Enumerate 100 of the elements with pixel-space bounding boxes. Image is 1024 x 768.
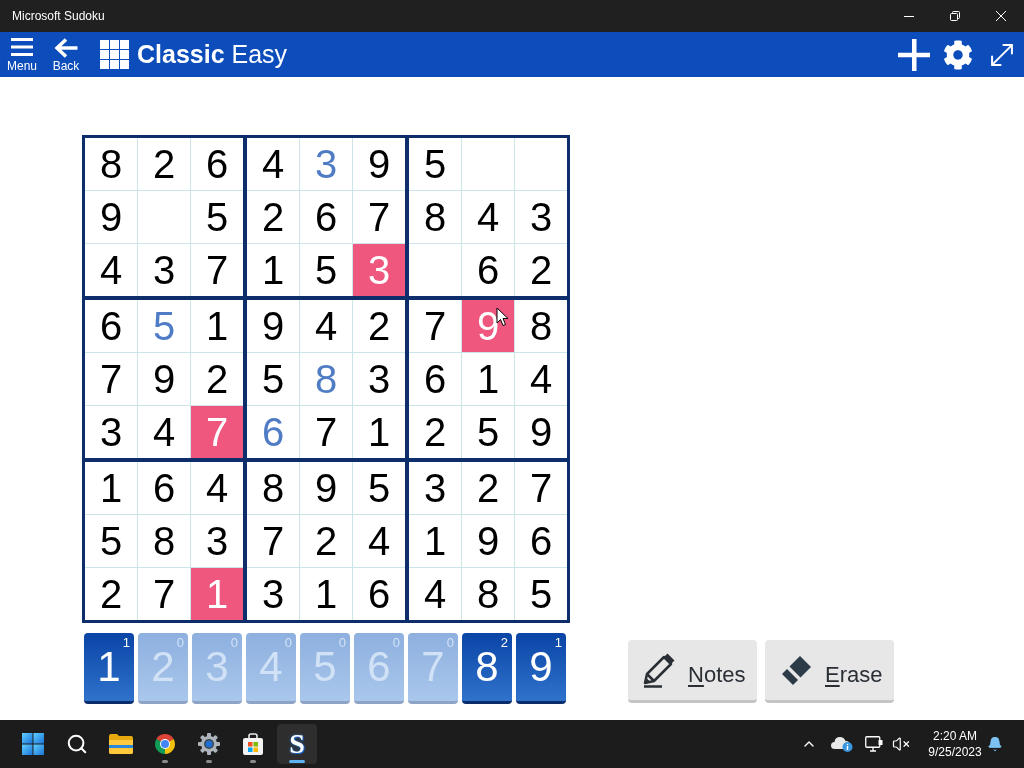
- board-cell[interactable]: 4: [138, 406, 190, 458]
- board-cell[interactable]: 6: [191, 138, 243, 190]
- board-cell[interactable]: 9: [85, 191, 137, 243]
- board-cell[interactable]: 5: [515, 568, 567, 620]
- cloud-info-icon[interactable]: [831, 736, 853, 752]
- board-cell[interactable]: 9: [515, 406, 567, 458]
- menu-button[interactable]: Menu: [0, 32, 44, 77]
- board-cell[interactable]: 8: [409, 191, 461, 243]
- board-cell[interactable]: 7: [138, 568, 190, 620]
- board-cell[interactable]: 5: [247, 353, 299, 405]
- board-cell[interactable]: 3: [409, 462, 461, 514]
- board-cell[interactable]: 1: [353, 406, 405, 458]
- board-cell[interactable]: 4: [462, 191, 514, 243]
- board-cell[interactable]: 9: [138, 353, 190, 405]
- remaining-count: 0: [392, 636, 400, 649]
- board-cell[interactable]: 6: [85, 300, 137, 352]
- board-cell[interactable]: 1: [85, 462, 137, 514]
- board-cell[interactable]: 2: [353, 300, 405, 352]
- board-cell[interactable]: 5: [85, 515, 137, 567]
- minimize-icon: [904, 15, 914, 17]
- notes-button[interactable]: Notes: [628, 640, 757, 703]
- board-cell[interactable]: 4: [85, 244, 137, 296]
- board-cell[interactable]: 7: [353, 191, 405, 243]
- board-cell[interactable]: 7: [191, 244, 243, 296]
- board-cell[interactable]: 1: [300, 568, 352, 620]
- board-cell[interactable]: 8: [515, 300, 567, 352]
- board-cell[interactable]: 2: [300, 515, 352, 567]
- board-cell[interactable]: 4: [300, 300, 352, 352]
- board-cell[interactable]: 4: [409, 568, 461, 620]
- board-cell[interactable]: 3: [138, 244, 190, 296]
- board-cell[interactable]: 4: [191, 462, 243, 514]
- board-cell[interactable]: [515, 138, 567, 190]
- board-cell[interactable]: 9: [353, 138, 405, 190]
- board-cell[interactable]: 9: [247, 300, 299, 352]
- board-cell[interactable]: 3: [85, 406, 137, 458]
- clock[interactable]: 2:20 AM 9/25/2023: [923, 728, 987, 760]
- remaining-count: 0: [446, 636, 454, 649]
- board-cell[interactable]: 6: [300, 191, 352, 243]
- board-cell[interactable]: 2: [515, 244, 567, 296]
- board-cell[interactable]: 2: [462, 462, 514, 514]
- board-cell[interactable]: 5: [191, 191, 243, 243]
- notification-bell-icon[interactable]: [987, 736, 1003, 752]
- board-cell[interactable]: 8: [85, 138, 137, 190]
- board-cell[interactable]: 1: [409, 515, 461, 567]
- mouse-pointer-icon: [496, 307, 509, 327]
- board-cell[interactable]: 8: [300, 353, 352, 405]
- settings-icon: [943, 39, 973, 70]
- board-cell[interactable]: 8: [138, 515, 190, 567]
- board-cell[interactable]: 1: [191, 300, 243, 352]
- taskbar-button[interactable]: S: [277, 724, 317, 764]
- remaining-count: 0: [176, 636, 184, 649]
- board-cell[interactable]: 5: [353, 462, 405, 514]
- board-cell[interactable]: 2: [409, 406, 461, 458]
- muted-speaker-icon[interactable]: [892, 735, 910, 753]
- board-cell[interactable]: 4: [247, 138, 299, 190]
- board-cell[interactable]: 7: [247, 515, 299, 567]
- remaining-count: 0: [338, 636, 346, 649]
- board-cell[interactable]: 6: [409, 353, 461, 405]
- board-cell[interactable]: 9: [300, 462, 352, 514]
- board-cell[interactable]: 7: [85, 353, 137, 405]
- board-cell[interactable]: 5: [462, 406, 514, 458]
- board-cell[interactable]: 6: [247, 406, 299, 458]
- board-cell[interactable]: 5: [300, 244, 352, 296]
- search-icon: [66, 733, 88, 755]
- board-cell[interactable]: [409, 244, 461, 296]
- erase-button[interactable]: Erase: [765, 640, 894, 703]
- board-cell[interactable]: 7: [515, 462, 567, 514]
- back-button[interactable]: Back: [44, 32, 88, 77]
- board-cell[interactable]: 4: [515, 353, 567, 405]
- board-cell[interactable]: 2: [85, 568, 137, 620]
- board-cell[interactable]: 3: [247, 568, 299, 620]
- board-cell[interactable]: 3: [353, 353, 405, 405]
- board-cell[interactable]: 3: [300, 138, 352, 190]
- board-cell[interactable]: 7: [409, 300, 461, 352]
- board-cell[interactable]: 2: [138, 138, 190, 190]
- board-cell[interactable]: 8: [247, 462, 299, 514]
- board-cell[interactable]: 7: [300, 406, 352, 458]
- board-cell[interactable]: 5: [138, 300, 190, 352]
- network-monitor-icon[interactable]: [865, 736, 883, 752]
- board-cell[interactable]: 4: [353, 515, 405, 567]
- board-cell[interactable]: 3: [191, 515, 243, 567]
- board-cell[interactable]: 6: [138, 462, 190, 514]
- board-cell[interactable]: 6: [462, 244, 514, 296]
- board-cell[interactable]: 1: [247, 244, 299, 296]
- menu-icon: [11, 38, 33, 56]
- back-arrow-icon: [54, 38, 78, 58]
- board-cell[interactable]: [462, 138, 514, 190]
- board-cell[interactable]: 1: [462, 353, 514, 405]
- board-cell[interactable]: [138, 191, 190, 243]
- board-cell[interactable]: 8: [462, 568, 514, 620]
- board-cell[interactable]: 9: [462, 515, 514, 567]
- plus-icon: [898, 38, 930, 71]
- board-cell[interactable]: 2: [191, 353, 243, 405]
- shopping-bag-icon: [242, 733, 264, 755]
- board-cell[interactable]: 5: [409, 138, 461, 190]
- window-title: Microsoft Sudoku: [12, 8, 105, 25]
- board-cell[interactable]: 3: [515, 191, 567, 243]
- board-cell[interactable]: 6: [353, 568, 405, 620]
- board-cell[interactable]: 6: [515, 515, 567, 567]
- board-cell[interactable]: 2: [247, 191, 299, 243]
